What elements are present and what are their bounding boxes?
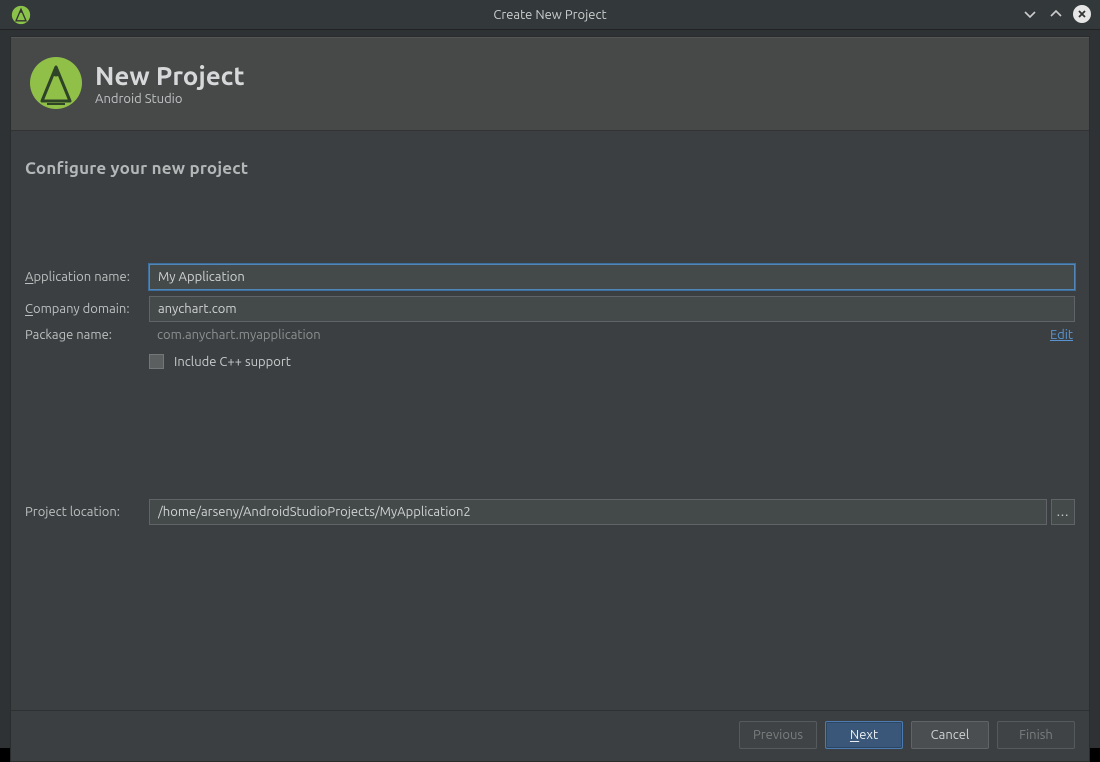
next-button[interactable]: Next (825, 721, 903, 749)
close-button[interactable] (1072, 4, 1092, 24)
dialog-body: New Project Android Studio Configure you… (10, 36, 1090, 762)
project-location-label: Project location: (25, 505, 149, 519)
android-studio-logo-icon (29, 56, 83, 110)
header-title: New Project (95, 61, 245, 90)
footer-buttons: Previous Next Cancel Finish (11, 710, 1089, 761)
finish-button: Finish (997, 721, 1075, 749)
maximize-button[interactable] (1046, 4, 1066, 24)
previous-button: Previous (739, 721, 817, 749)
company-domain-row: Company domain: (25, 296, 1075, 322)
header-band: New Project Android Studio (11, 37, 1089, 131)
close-icon (1073, 5, 1091, 23)
minimize-button[interactable] (1020, 4, 1040, 24)
cpp-support-row: Include C++ support (149, 354, 1075, 369)
application-name-input[interactable] (149, 264, 1075, 290)
dialog-window: Create New Project (0, 0, 1100, 748)
package-name-row: Package name: com.anychart.myapplication… (25, 328, 1075, 342)
package-name-label: Package name: (25, 328, 149, 342)
cpp-support-label: Include C++ support (174, 355, 291, 369)
edit-package-link[interactable]: Edit (1050, 328, 1075, 342)
package-name-value: com.anychart.myapplication (149, 328, 1050, 342)
window-title: Create New Project (0, 8, 1100, 22)
window-controls (1020, 4, 1092, 24)
content-area: Configure your new project Application n… (11, 131, 1089, 710)
app-icon (10, 4, 32, 26)
header-texts: New Project Android Studio (95, 61, 245, 106)
project-location-row: Project location: ... (25, 499, 1075, 525)
application-name-label: Application name: (25, 270, 149, 284)
company-domain-label: Company domain: (25, 302, 149, 316)
titlebar: Create New Project (0, 0, 1100, 30)
browse-location-button[interactable]: ... (1051, 499, 1075, 525)
section-title: Configure your new project (25, 159, 1075, 178)
company-domain-input[interactable] (149, 296, 1075, 322)
cpp-support-checkbox[interactable] (149, 354, 164, 369)
application-name-row: Application name: (25, 264, 1075, 290)
project-location-input[interactable] (149, 499, 1047, 525)
cancel-button[interactable]: Cancel (911, 721, 989, 749)
header-subtitle: Android Studio (95, 92, 245, 106)
